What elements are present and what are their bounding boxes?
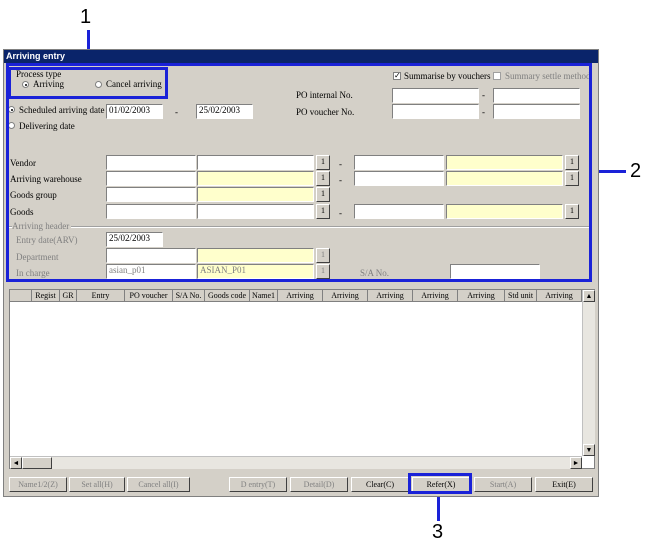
search-conditions-highlight	[6, 63, 592, 282]
grid-header-po-voucher[interactable]: PO voucher	[125, 290, 173, 302]
scroll-left-arrow-icon[interactable]: ◄	[10, 457, 22, 469]
grid-header-std-unit[interactable]: Std unit	[505, 290, 537, 302]
exit-button[interactable]: Exit(E)	[535, 477, 593, 492]
clear-button[interactable]: Clear(C)	[351, 477, 409, 492]
grid-header-gr[interactable]: GR	[60, 290, 77, 302]
grid-header-goods-code[interactable]: Goods code	[205, 290, 250, 302]
refer-button-highlight	[408, 473, 472, 494]
callout-1: 1	[80, 6, 92, 28]
results-grid[interactable]: Regist GR Entry PO voucher S/A No. Goods…	[9, 289, 595, 469]
callout-2: 2	[630, 160, 642, 182]
scroll-down-arrow-icon[interactable]: ▼	[583, 444, 595, 456]
grid-header-arriving-4[interactable]: Arriving	[413, 290, 458, 302]
grid-header-arriving-5[interactable]: Arriving	[458, 290, 505, 302]
callout-3: 3	[432, 521, 444, 543]
grid-header-arriving-2[interactable]: Arriving	[323, 290, 368, 302]
grid-header-name1[interactable]: Name1	[250, 290, 278, 302]
grid-header-regist[interactable]: Regist	[32, 290, 60, 302]
grid-header-arriving-6[interactable]: Arriving	[537, 290, 582, 302]
scroll-up-arrow-icon[interactable]: ▲	[583, 290, 595, 302]
horizontal-scrollbar[interactable]: ◄ ►	[10, 456, 582, 469]
set-all-button[interactable]: Set all(H)	[69, 477, 125, 492]
scroll-thumb[interactable]	[22, 457, 52, 469]
start-button[interactable]: Start(A)	[474, 477, 532, 492]
cancel-all-button[interactable]: Cancel all(I)	[127, 477, 190, 492]
grid-header-sa-no[interactable]: S/A No.	[173, 290, 205, 302]
grid-header-select[interactable]	[10, 290, 32, 302]
grid-header-arriving-3[interactable]: Arriving	[368, 290, 413, 302]
vertical-scrollbar[interactable]: ▲ ▼	[582, 290, 595, 456]
grid-header-entry[interactable]: Entry	[77, 290, 125, 302]
detail-button[interactable]: Detail(D)	[290, 477, 348, 492]
grid-header-arriving-1[interactable]: Arriving	[278, 290, 323, 302]
window-title: Arriving entry	[4, 50, 598, 63]
scroll-right-arrow-icon[interactable]: ►	[570, 457, 582, 469]
name12-button[interactable]: Name1/2(Z)	[9, 477, 67, 492]
d-entry-button[interactable]: D entry(T)	[229, 477, 287, 492]
